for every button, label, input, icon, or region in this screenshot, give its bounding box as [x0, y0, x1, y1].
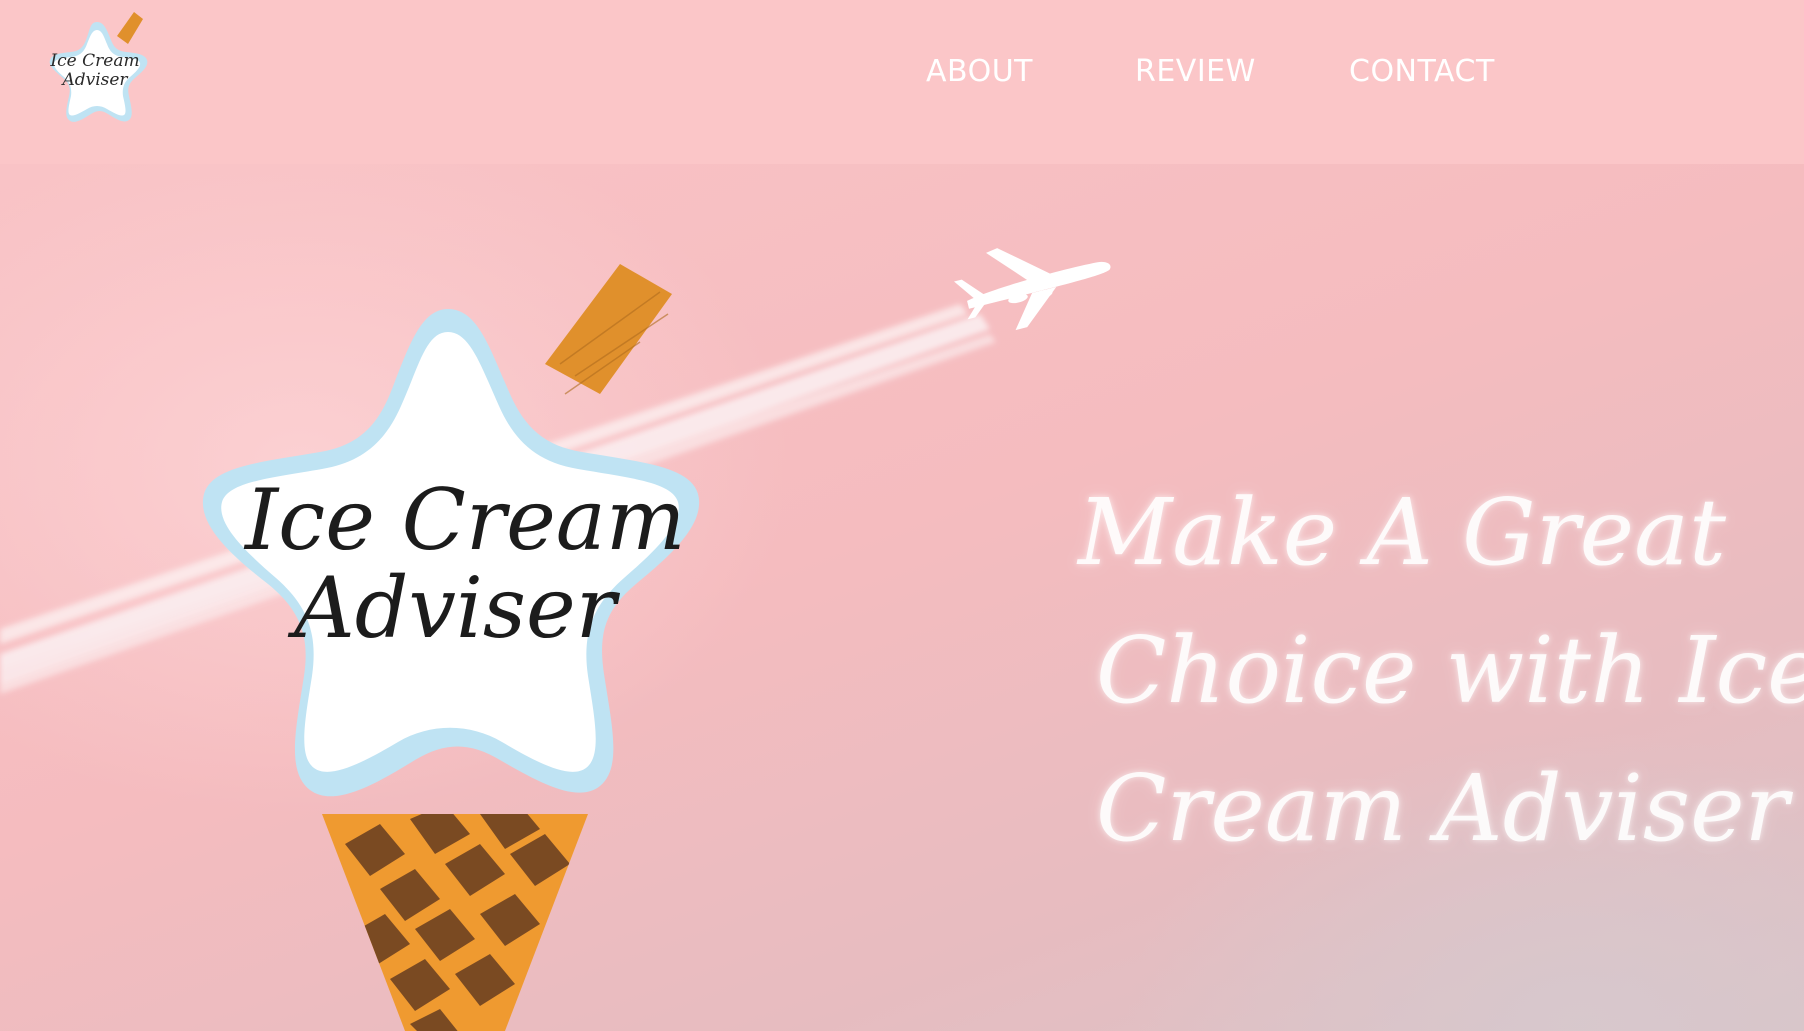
tagline-line3: Cream Adviser ! [1096, 755, 1804, 862]
hero-tagline: Make A Great Choice with Ice Cream Advis… [1060, 464, 1804, 878]
nav-link-about[interactable]: ABOUT [926, 54, 1033, 89]
ice-cream-star-logo-icon [49, 12, 148, 122]
hero-logo-line2: Adviser [294, 559, 616, 657]
home-logo-link[interactable] [22, 8, 172, 148]
page: Ice Cream Adviser ABOUT REVIEW CONTACT I… [0, 0, 1804, 1031]
site-header: Ice Cream Adviser ABOUT REVIEW CONTACT [0, 0, 1804, 164]
nav-link-review[interactable]: REVIEW [1135, 54, 1256, 89]
hero-logo-line1: Ice Cream [245, 471, 686, 569]
hero-section: Ice Cream Adviser Make A Great Choice wi… [0, 164, 1804, 1031]
nav-link-contact[interactable]: CONTACT [1349, 54, 1495, 89]
tagline-line1: Make A Great [1078, 479, 1726, 586]
tagline-line2: Choice with Ice [1096, 617, 1804, 724]
hero-logo-wordmark: Ice Cream Adviser [245, 471, 686, 657]
